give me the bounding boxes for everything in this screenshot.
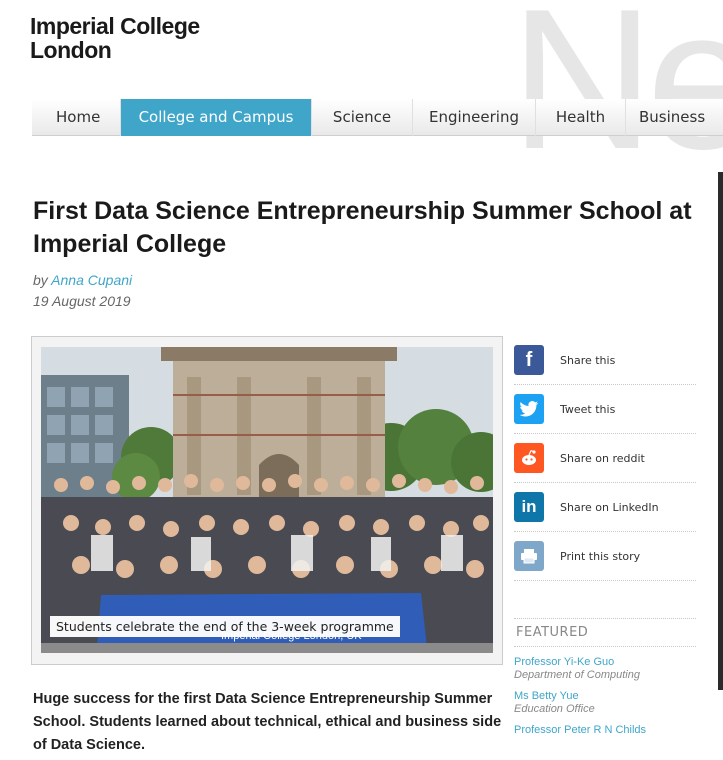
facebook-icon: f: [514, 345, 544, 375]
nav-engineering[interactable]: Engineering: [413, 99, 536, 136]
logo-line-2: London: [30, 37, 112, 63]
page-edge-divider: [718, 172, 723, 690]
featured-person-dept: Education Office: [514, 703, 595, 715]
linkedin-icon: in: [514, 492, 544, 522]
photo-caption: Students celebrate the end of the 3-week…: [50, 616, 400, 637]
group-photo[interactable]: Imperial College London, UK Students cel…: [41, 347, 493, 653]
share-panel: f Share this Tweet this Share on reddit …: [514, 336, 696, 581]
nav-health[interactable]: Health: [536, 99, 626, 136]
author-link[interactable]: Anna Cupani: [51, 272, 132, 288]
featured-heading: FEATURED: [514, 618, 696, 647]
news-watermark: Ne: [510, 0, 723, 191]
article-summary: Huge success for the first Data Science …: [33, 691, 502, 753]
print-icon: [514, 541, 544, 571]
byline-prefix: by: [33, 272, 48, 288]
share-reddit-label: Share on reddit: [560, 451, 645, 465]
logo-line-1: Imperial College: [30, 13, 200, 39]
nav-business[interactable]: Business: [626, 99, 723, 136]
imperial-logo[interactable]: Imperial College London: [30, 14, 200, 62]
featured-person-link[interactable]: Professor Peter R N Childs: [514, 724, 696, 736]
photo-frame: Imperial College London, UK Students cel…: [31, 336, 503, 665]
featured-person: Ms Betty Yue Education Office: [514, 690, 696, 715]
featured-person-link[interactable]: Professor Yi-Ke Guo: [514, 656, 696, 668]
nav-college-and-campus[interactable]: College and Campus: [121, 99, 312, 136]
share-linkedin-label: Share on LinkedIn: [560, 500, 659, 514]
share-linkedin[interactable]: in Share on LinkedIn: [514, 483, 696, 532]
print-story[interactable]: Print this story: [514, 532, 696, 581]
reddit-icon: [514, 443, 544, 473]
featured-panel: FEATURED Professor Yi-Ke Guo Department …: [514, 618, 696, 736]
main-nav: Home College and Campus Science Engineer…: [32, 99, 723, 136]
byline: by Anna Cupani: [33, 272, 132, 288]
featured-person: Professor Peter R N Childs: [514, 724, 696, 736]
nav-home[interactable]: Home: [32, 99, 121, 136]
featured-person: Professor Yi-Ke Guo Department of Comput…: [514, 656, 696, 681]
share-facebook[interactable]: f Share this: [514, 336, 696, 385]
featured-person-dept: Department of Computing: [514, 669, 640, 681]
print-story-label: Print this story: [560, 549, 641, 563]
article-title: First Data Science Entrepreneurship Summ…: [33, 197, 692, 258]
share-facebook-label: Share this: [560, 353, 616, 367]
article-date: 19 August 2019: [33, 293, 131, 309]
share-reddit[interactable]: Share on reddit: [514, 434, 696, 483]
nav-science[interactable]: Science: [312, 99, 413, 136]
featured-person-link[interactable]: Ms Betty Yue: [514, 690, 696, 702]
twitter-icon: [514, 394, 544, 424]
share-twitter[interactable]: Tweet this: [514, 385, 696, 434]
share-twitter-label: Tweet this: [560, 402, 616, 416]
